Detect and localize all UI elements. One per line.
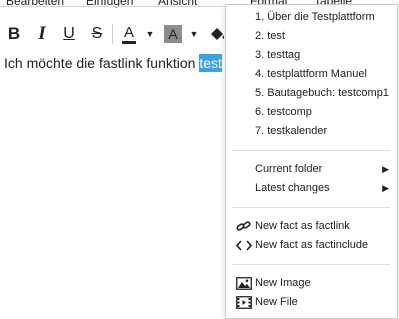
image-icon (236, 277, 252, 290)
editor-text: Ich möchte die fastlink funktion (4, 55, 200, 71)
menu-item-new-image[interactable]: New Image (226, 274, 397, 293)
menu-item-6[interactable]: 6. testcomp (226, 103, 397, 122)
menu-item-3[interactable]: 3. testtag (226, 46, 397, 65)
code-icon (236, 239, 252, 252)
menu-divider (232, 150, 390, 151)
menu-divider (232, 264, 390, 265)
menu-divider (232, 207, 390, 208)
menubar-divider (0, 6, 230, 7)
menu-item-new-file[interactable]: New File (226, 293, 397, 312)
underline-button[interactable]: U (58, 22, 80, 46)
menu-item-5[interactable]: 5. Bautagebuch: testcomp1 (226, 84, 397, 103)
chevron-right-icon: ▶ (382, 183, 389, 193)
background-color-dropdown-icon[interactable]: ▼ (188, 22, 200, 46)
font-color-button[interactable]: A (118, 22, 140, 46)
menu-item-1[interactable]: 1. Über die Testplattform (226, 8, 397, 27)
font-color-dropdown-icon[interactable]: ▼ (144, 22, 156, 46)
font-color-letter: A (123, 23, 134, 41)
font-color-swatch (122, 40, 136, 44)
context-menu: 1. Über die Testplattform 2. test 3. tes… (225, 4, 398, 319)
italic-button[interactable]: I (32, 22, 52, 46)
strikethrough-button[interactable]: S (86, 22, 108, 46)
selected-text[interactable]: test (199, 54, 222, 72)
bold-button[interactable]: B (4, 22, 24, 46)
background-color-button[interactable]: A (162, 22, 184, 46)
editor-content[interactable]: Ich möchte die fastlink funktion test (4, 54, 222, 72)
menu-item-new-fact-factinclude[interactable]: New fact as factinclude (226, 236, 397, 255)
chevron-right-icon: ▶ (382, 164, 389, 174)
background-color-swatch: A (164, 25, 182, 43)
formatting-toolbar: B I U S A ▼ A ▼ (0, 18, 230, 50)
link-icon (236, 220, 252, 233)
menu-item-latest-changes[interactable]: Latest changes ▶ (226, 179, 397, 198)
film-icon (236, 296, 252, 309)
menu-item-current-folder[interactable]: Current folder ▶ (226, 160, 397, 179)
menu-item-new-fact-factlink[interactable]: New fact as factlink (226, 217, 397, 236)
menu-item-4[interactable]: 4. testplattform Manuel (226, 65, 397, 84)
menu-item-2[interactable]: 2. test (226, 27, 397, 46)
toolbar-divider (112, 24, 113, 44)
menu-item-7[interactable]: 7. testkalender (226, 122, 397, 141)
